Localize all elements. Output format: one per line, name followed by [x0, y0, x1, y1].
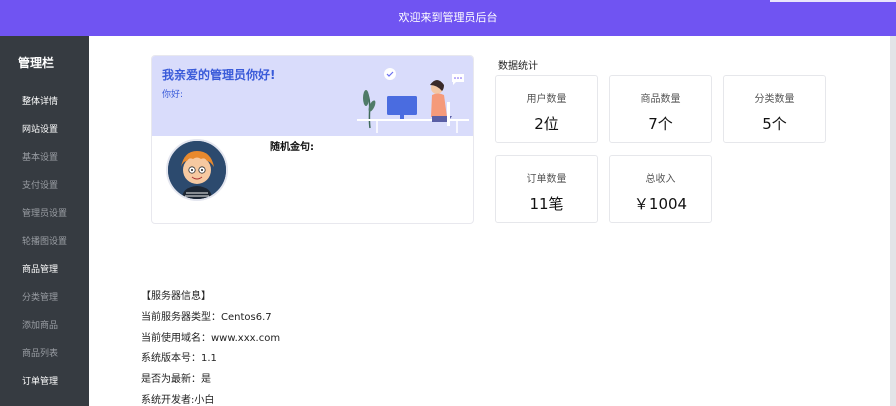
stat-card-users: 用户数量 2位: [495, 75, 598, 143]
welcome-greeting: 你好:: [162, 90, 184, 100]
sidebar-item-overview[interactable]: 整体详情: [0, 88, 89, 116]
workspace-illustration: [357, 68, 469, 133]
system-version: 系统版本号：1.1: [141, 353, 217, 365]
main-content: 我亲爱的管理员你好! 你好: 随机金句: 数据统计 用户数量 2位 商品数量 7…: [89, 36, 890, 406]
system-developer: 系统开发者:小白: [141, 394, 215, 406]
server-type: 当前服务器类型：Centos6.7: [141, 311, 272, 323]
sidebar-item-product-list[interactable]: 商品列表: [0, 340, 89, 368]
stat-card-revenue: 总收入 ￥1004: [609, 155, 712, 223]
admin-avatar: [166, 139, 228, 201]
sidebar-item-admin-settings[interactable]: 管理员设置: [0, 200, 89, 228]
random-quote-label: 随机金句:: [270, 142, 314, 153]
sidebar: 管理栏 整体详情 网站设置 基本设置 支付设置 管理员设置 轮播图设置 商品管理…: [0, 36, 89, 406]
server-domain: 当前使用域名：www.xxx.com: [141, 332, 281, 344]
welcome-banner: 我亲爱的管理员你好! 你好:: [152, 56, 473, 136]
stat-value: ￥1004: [633, 195, 688, 213]
scrollbar-track[interactable]: [890, 36, 896, 406]
is-latest: 是否为最新：是: [141, 374, 211, 386]
stat-value: 2位: [534, 115, 559, 133]
welcome-card: 我亲爱的管理员你好! 你好: 随机金句:: [151, 55, 474, 224]
stat-value: 7个: [648, 115, 673, 133]
sidebar-item-site-settings[interactable]: 网站设置: [0, 116, 89, 144]
sidebar-item-carousel-settings[interactable]: 轮播图设置: [0, 228, 89, 256]
sidebar-item-payment-settings[interactable]: 支付设置: [0, 172, 89, 200]
sidebar-item-add-product[interactable]: 添加商品: [0, 312, 89, 340]
stats-title: 数据统计: [498, 61, 538, 72]
stat-card-categories: 分类数量 5个: [723, 75, 826, 143]
sidebar-item-basic-settings[interactable]: 基本设置: [0, 144, 89, 172]
sidebar-item-order-management[interactable]: 订单管理: [0, 368, 89, 396]
stat-label: 用户数量: [526, 94, 567, 105]
sidebar-title: 管理栏: [18, 56, 55, 70]
stat-label: 商品数量: [640, 94, 681, 105]
stat-card-products: 商品数量 7个: [609, 75, 712, 143]
sidebar-item-category-management[interactable]: 分类管理: [0, 284, 89, 312]
top-header: 欢迎来到管理员后台: [0, 0, 896, 36]
server-info: 【服务器信息】 当前服务器类型：Centos6.7 当前使用域名：www.xxx…: [141, 287, 280, 406]
sidebar-item-product-management[interactable]: 商品管理: [0, 256, 89, 284]
stat-label: 总收入: [645, 174, 676, 185]
header-edge: [770, 0, 896, 2]
stat-card-orders: 订单数量 11笔: [495, 155, 598, 223]
welcome-title: 我亲爱的管理员你好!: [162, 68, 276, 82]
stat-value: 11笔: [529, 195, 564, 213]
stat-label: 订单数量: [526, 174, 567, 185]
server-info-heading: 【服务器信息】: [141, 291, 211, 302]
stat-label: 分类数量: [754, 94, 795, 105]
header-title: 欢迎来到管理员后台: [398, 11, 498, 24]
stat-value: 5个: [762, 115, 787, 133]
